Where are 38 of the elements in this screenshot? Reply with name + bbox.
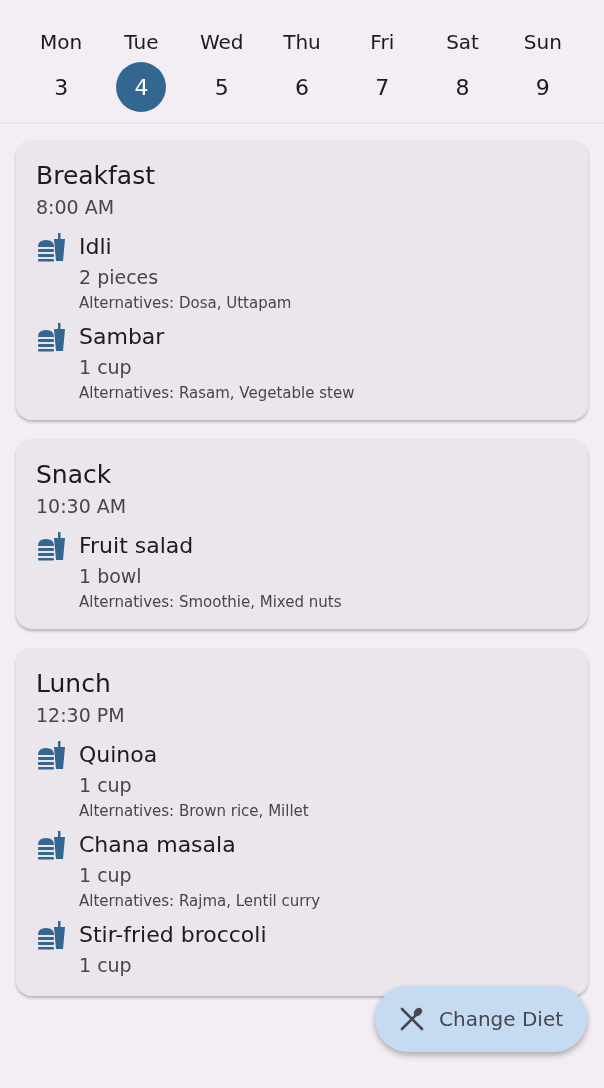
cutlery-icon <box>399 1006 425 1032</box>
meal-title: Snack <box>36 459 113 491</box>
food-alternatives: Alternatives: Dosa, Uttapam <box>79 293 292 314</box>
food-alternatives: Alternatives: Smoothie, Mixed nuts <box>79 592 342 613</box>
meal-time: 12:30 PM <box>36 703 126 728</box>
food-amount: 1 cup <box>79 953 133 978</box>
food-name: Stir-fried broccoli <box>79 921 267 949</box>
food-alternatives: Alternatives: Rasam, Vegetable stew <box>79 383 355 404</box>
food-alternatives: Alternatives: Brown rice, Millet <box>79 801 309 822</box>
food-name: Chana masala <box>79 831 237 859</box>
food-alternatives: Alternatives: Rajma, Lentil curry <box>79 891 321 912</box>
fastfood-icon <box>36 323 66 353</box>
fastfood-icon <box>36 233 66 263</box>
fastfood-icon <box>36 741 66 771</box>
day-tab[interactable]: Mon 3 <box>21 28 102 122</box>
day-tab[interactable]: Fri 7 <box>342 28 423 122</box>
food-amount: 1 cup <box>79 355 133 380</box>
change-diet-button[interactable]: Change Diet <box>375 986 588 1052</box>
food-name: Sambar <box>79 323 166 351</box>
day-tab[interactable]: Wed 5 <box>181 28 262 122</box>
fastfood-icon <box>36 921 66 951</box>
day-tab[interactable]: Tue 4 <box>101 28 182 122</box>
food-name: Fruit salad <box>79 532 195 560</box>
fastfood-icon <box>36 532 66 562</box>
food-amount: 1 cup <box>79 863 133 888</box>
food-name: Idli <box>79 233 113 261</box>
meal-time: 10:30 AM <box>36 494 128 519</box>
day-tab[interactable]: Sun 9 <box>502 28 583 122</box>
food-name: Quinoa <box>79 741 159 769</box>
food-amount: 2 pieces <box>79 265 160 290</box>
day-tab[interactable]: Thu 6 <box>261 28 343 122</box>
day-tab[interactable]: Sat 8 <box>422 28 503 122</box>
food-amount: 1 bowl <box>79 564 143 589</box>
food-amount: 1 cup <box>79 773 133 798</box>
meal-title: Lunch <box>36 668 112 700</box>
meal-title: Breakfast <box>36 160 156 192</box>
meal-time: 8:00 AM <box>36 195 116 220</box>
fastfood-icon <box>36 831 66 861</box>
